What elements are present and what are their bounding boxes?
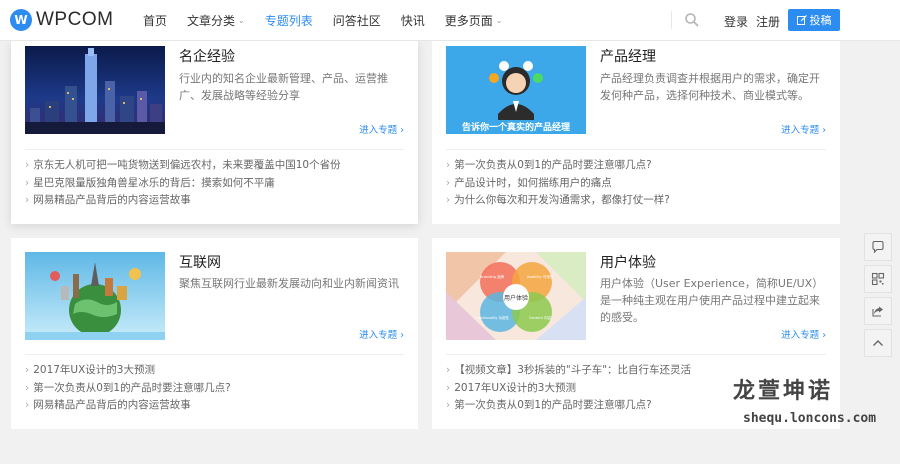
side-toolbar <box>864 233 892 361</box>
list-item[interactable]: 为什么你每次和开发沟通需求，都像打仗一样? <box>446 192 670 210</box>
thumbnail-label: Branding 品牌 <box>480 274 504 279</box>
enter-topic-link[interactable]: 进入专题 › <box>781 327 826 341</box>
topic-card: 名企经验 行业内的知名企业最新管理、产品、运营推广、发展战略等经验分享 进入专题… <box>11 41 418 224</box>
logo-text: WPCOM <box>36 9 114 30</box>
share-icon <box>872 306 883 317</box>
enter-topic-link[interactable]: 进入专题 › <box>359 122 404 136</box>
list-item[interactable]: 产品设计时，如何揣练用户的痛点 <box>446 175 670 193</box>
topic-thumbnail[interactable]: 告诉你一个真实的产品经理 <box>446 46 586 134</box>
topic-title[interactable]: 互联网 <box>179 252 221 272</box>
share-button[interactable] <box>864 297 892 325</box>
topic-title[interactable]: 产品经理 <box>600 46 656 66</box>
back-to-top-button[interactable] <box>864 329 892 357</box>
nav-item-categories[interactable]: 文章分类 ⌄ <box>187 12 245 29</box>
comment-button[interactable] <box>864 233 892 261</box>
topic-description: 行业内的知名企业最新管理、产品、运营推广、发展战略等经验分享 <box>179 72 388 102</box>
topic-article-list: 2017年UX设计的3大预测 第一次负责从0到1的产品时要注意哪几点? 网易精品… <box>25 362 231 415</box>
thumbnail-center-label: 用户体验 <box>504 294 528 302</box>
topic-thumbnail[interactable] <box>25 46 165 134</box>
login-link[interactable]: 登录 <box>724 13 748 30</box>
list-item[interactable]: 京东无人机可把一吨货物送到偏远农村，未来要覆盖中国10个省份 <box>25 157 340 175</box>
qrcode-button[interactable] <box>864 265 892 293</box>
topic-article-list: 京东无人机可把一吨货物送到偏远农村，未来要覆盖中国10个省份 星巴克限量版独角兽… <box>25 157 341 210</box>
watermark-url: shequ.loncons.com <box>743 411 877 426</box>
back-to-top-icon <box>873 340 883 346</box>
divider <box>446 149 826 150</box>
topic-card: 告诉你一个真实的产品经理 产品经理 产品经理负责调查并根据用户的需求，确定开发何… <box>432 41 840 224</box>
topic-thumbnail[interactable] <box>25 252 165 340</box>
list-item[interactable]: 2017年UX设计的3大预测 <box>25 362 231 380</box>
nav-item-qa[interactable]: 问答社区 <box>333 12 381 29</box>
nav-item-topics[interactable]: 专题列表 <box>265 12 313 29</box>
topic-description: 聚焦互联网行业最新发展动向和业内新闻资讯 <box>179 277 399 290</box>
list-item[interactable]: 2017年UX设计的3大预测 <box>446 380 691 398</box>
divider <box>446 354 826 355</box>
chevron-down-icon: ⌄ <box>238 16 245 25</box>
topic-title[interactable]: 用户体验 <box>600 252 656 272</box>
enter-topic-link[interactable]: 进入专题 › <box>359 327 404 341</box>
nav-item-flash-news[interactable]: 快讯 <box>401 12 425 29</box>
list-item[interactable]: 【视频文章】3秒拆装的"斗子车"：比自行车还灵活 <box>446 362 691 380</box>
list-item[interactable]: 星巴克限量版独角兽星冰乐的背后：摸索如何不平庸 <box>25 175 341 193</box>
site-logo[interactable]: W WPCOM <box>10 9 113 31</box>
thumbnail-caption: 告诉你一个真实的产品经理 <box>462 121 570 133</box>
enter-topic-link[interactable]: 进入专题 › <box>781 122 826 136</box>
topic-description: 产品经理负责调查并根据用户的需求，确定开发何种产品，选择何种技术、商业模式等。 <box>600 72 820 102</box>
list-item[interactable]: 第一次负责从0到1的产品时要注意哪几点? <box>446 157 670 175</box>
site-header: W WPCOM 首页 文章分类 ⌄ 专题列表 问答社区 快讯 更多页面 ⌄ 登录 注… <box>0 0 900 41</box>
chevron-down-icon: ⌄ <box>495 16 503 25</box>
logo-mark: W <box>10 9 32 31</box>
nav-item-more-pages[interactable]: 更多页面 ⌄ <box>445 12 503 29</box>
register-link[interactable]: 注册 <box>756 13 780 30</box>
list-item[interactable]: 网易精品产品背后的内容运营故事 <box>25 192 341 210</box>
edit-icon <box>796 15 807 25</box>
topic-article-list: 【视频文章】3秒拆装的"斗子车"：比自行车还灵活 2017年UX设计的3大预测 … <box>446 362 691 415</box>
search-icon[interactable] <box>684 12 700 28</box>
watermark-title: 龙萱坤诺 <box>733 379 834 404</box>
topic-description: 用户体验（User Experience，简称UE/UX）是一种纯主观在用户使用… <box>600 277 824 324</box>
list-item[interactable]: 第一次负责从0到1的产品时要注意哪几点? <box>25 380 230 398</box>
thumbnail-label: Content 内容 <box>529 315 552 320</box>
qrcode-icon <box>871 272 885 286</box>
topic-thumbnail[interactable]: 用户体验 Branding 品牌 Usability 可用性 Functiona… <box>446 252 586 340</box>
list-item[interactable]: 网易精品产品背后的内容运营故事 <box>25 397 231 415</box>
nav-item-home[interactable]: 首页 <box>143 12 167 29</box>
divider <box>25 354 404 355</box>
divider <box>671 11 672 29</box>
topic-card: 互联网 聚焦互联网行业最新发展动向和业内新闻资讯 进入专题 › 2017年UX设… <box>11 238 418 429</box>
topic-article-list: 第一次负责从0到1的产品时要注意哪几点? 产品设计时，如何揣练用户的痛点 为什么… <box>446 157 670 210</box>
divider <box>25 149 404 150</box>
comment-icon <box>872 240 884 254</box>
topic-title[interactable]: 名企经验 <box>179 46 235 66</box>
list-item[interactable]: 第一次负责从0到1的产品时要注意哪几点? <box>446 397 691 415</box>
thumbnail-label: Functionality 功能性 <box>475 315 510 320</box>
thumbnail-label: Usability 可用性 <box>527 274 554 279</box>
main-nav: 首页 文章分类 ⌄ 专题列表 问答社区 快讯 更多页面 ⌄ <box>143 0 523 41</box>
post-button[interactable]: 投稿 <box>788 9 840 31</box>
